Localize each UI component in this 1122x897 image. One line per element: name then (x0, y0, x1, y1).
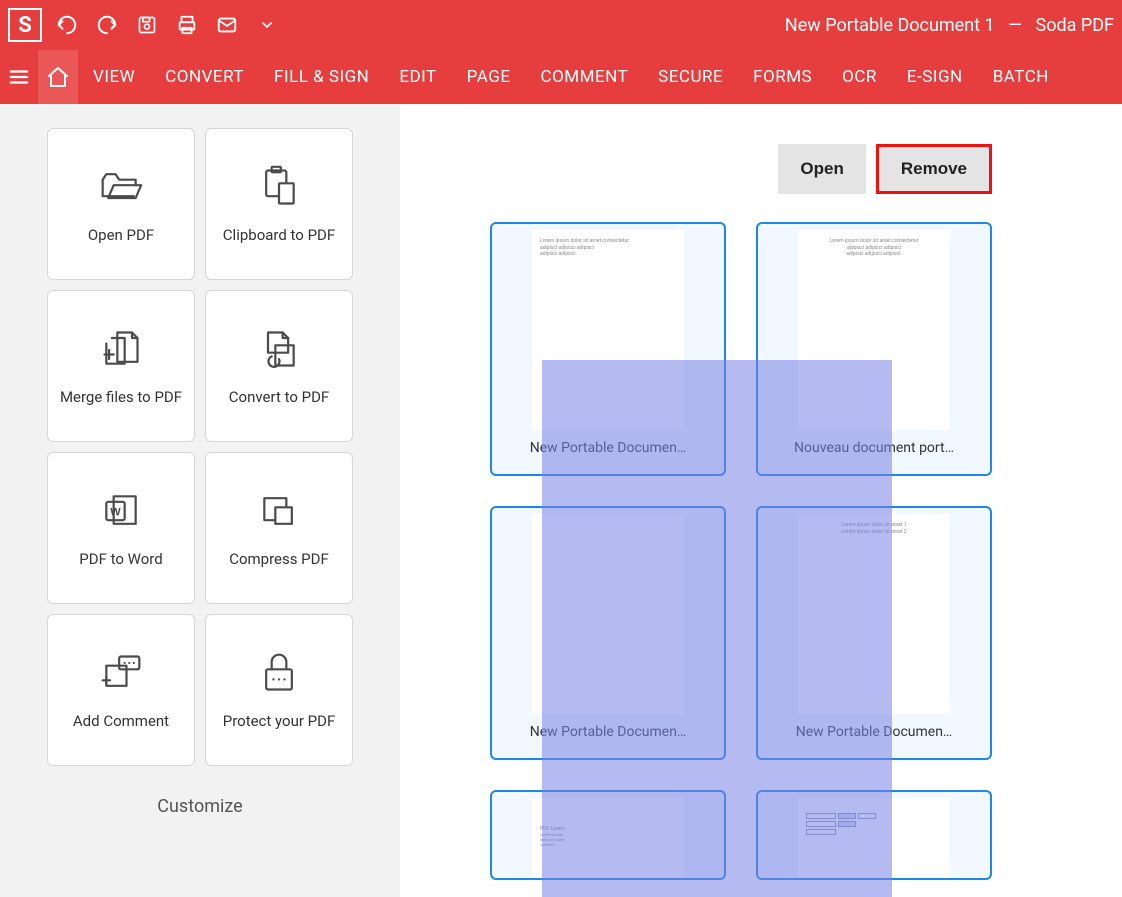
remove-button[interactable]: Remove (876, 144, 992, 194)
customize-link[interactable]: Customize (157, 796, 242, 817)
print-icon[interactable] (172, 10, 202, 40)
page-thumbnail: Lorem ipsum dolor sit amet consectetur.a… (532, 230, 684, 430)
action-label: Compress PDF (229, 549, 329, 570)
action-label: Merge files to PDF (60, 387, 182, 408)
chevron-down-icon[interactable] (252, 10, 282, 40)
action-add-comment[interactable]: Add Comment (47, 614, 195, 766)
recent-doc[interactable] (756, 790, 992, 880)
doc-name: New Portable Documen… (758, 714, 990, 750)
page-thumbnail (798, 798, 950, 878)
action-merge-pdf[interactable]: Merge files to PDF (47, 290, 195, 442)
tab-ocr[interactable]: OCR (827, 50, 892, 104)
page-thumbnail: Lorem ipsum dolor sit amet 1Lorem ipsum … (798, 514, 950, 714)
merge-icon (99, 325, 143, 373)
page-thumbnail: Lorem ipsum dolor sit amet consecteturad… (798, 230, 950, 430)
tab-comment[interactable]: COMMENT (526, 50, 644, 104)
title-separator: — (1008, 15, 1022, 36)
home-tab[interactable] (38, 50, 78, 104)
action-label: Clipboard to PDF (223, 225, 335, 246)
ribbon: VIEW CONVERT FILL & SIGN EDIT PAGE COMME… (0, 50, 1122, 104)
open-button[interactable]: Open (778, 144, 865, 194)
tab-esign[interactable]: E-SIGN (892, 50, 978, 104)
save-icon[interactable] (132, 10, 162, 40)
action-compress-pdf[interactable]: Compress PDF (205, 452, 353, 604)
action-convert-pdf[interactable]: Convert to PDF (205, 290, 353, 442)
compress-icon (257, 487, 301, 535)
action-label: Convert to PDF (229, 387, 329, 408)
tab-batch[interactable]: BATCH (978, 50, 1064, 104)
recent-doc[interactable]: New Portable Documen… (490, 506, 726, 760)
convert-icon (257, 325, 301, 373)
recent-doc[interactable]: Lorem ipsum dolor sit amet consectetur.a… (490, 222, 726, 476)
tab-secure[interactable]: SECURE (643, 50, 738, 104)
doc-name: New Portable Documen… (492, 430, 724, 466)
action-label: Open PDF (88, 225, 154, 246)
tab-convert[interactable]: CONVERT (150, 50, 259, 104)
app-logo: S (8, 8, 42, 42)
action-protect-pdf[interactable]: Protect your PDF (205, 614, 353, 766)
lock-icon (259, 649, 299, 697)
action-label: Add Comment (73, 711, 169, 732)
doc-name: Nouveau document port… (758, 430, 990, 466)
tab-forms[interactable]: FORMS (738, 50, 827, 104)
recent-doc[interactable]: PDF LoremLorem ipsumdolor sit ametconsec… (490, 790, 726, 880)
comment-icon (97, 649, 145, 697)
action-label: PDF to Word (79, 549, 162, 570)
svg-text:W: W (110, 506, 121, 518)
recent-doc[interactable]: Lorem ipsum dolor sit amet 1Lorem ipsum … (756, 506, 992, 760)
recent-doc[interactable]: Lorem ipsum dolor sit amet consecteturad… (756, 222, 992, 476)
action-open-pdf[interactable]: Open PDF (47, 128, 195, 280)
folder-open-icon (99, 163, 143, 211)
tab-view[interactable]: VIEW (78, 50, 150, 104)
word-icon: W (99, 487, 143, 535)
undo-icon[interactable] (52, 10, 82, 40)
title-bar: S New Portable Document 1 — Soda PDF (0, 0, 1122, 50)
page-thumbnail: PDF LoremLorem ipsumdolor sit ametconsec… (532, 798, 684, 878)
content-area: Open Remove Lorem ipsum dolor sit amet c… (400, 104, 1122, 897)
menu-icon[interactable] (0, 50, 38, 104)
tab-fill-sign[interactable]: FILL & SIGN (259, 50, 384, 104)
document-title: New Portable Document 1 (785, 15, 995, 36)
action-label: Protect your PDF (223, 711, 336, 732)
page-thumbnail (532, 514, 684, 714)
tab-page[interactable]: PAGE (452, 50, 526, 104)
mail-icon[interactable] (212, 10, 242, 40)
clipboard-icon (257, 163, 301, 211)
doc-name: New Portable Documen… (492, 714, 724, 750)
tab-edit[interactable]: EDIT (384, 50, 451, 104)
sidebar: Open PDF Clipboard to PDF Merge files to… (0, 104, 400, 897)
app-name: Soda PDF (1036, 15, 1114, 36)
action-clipboard-pdf[interactable]: Clipboard to PDF (205, 128, 353, 280)
action-pdf-to-word[interactable]: W PDF to Word (47, 452, 195, 604)
redo-icon[interactable] (92, 10, 122, 40)
